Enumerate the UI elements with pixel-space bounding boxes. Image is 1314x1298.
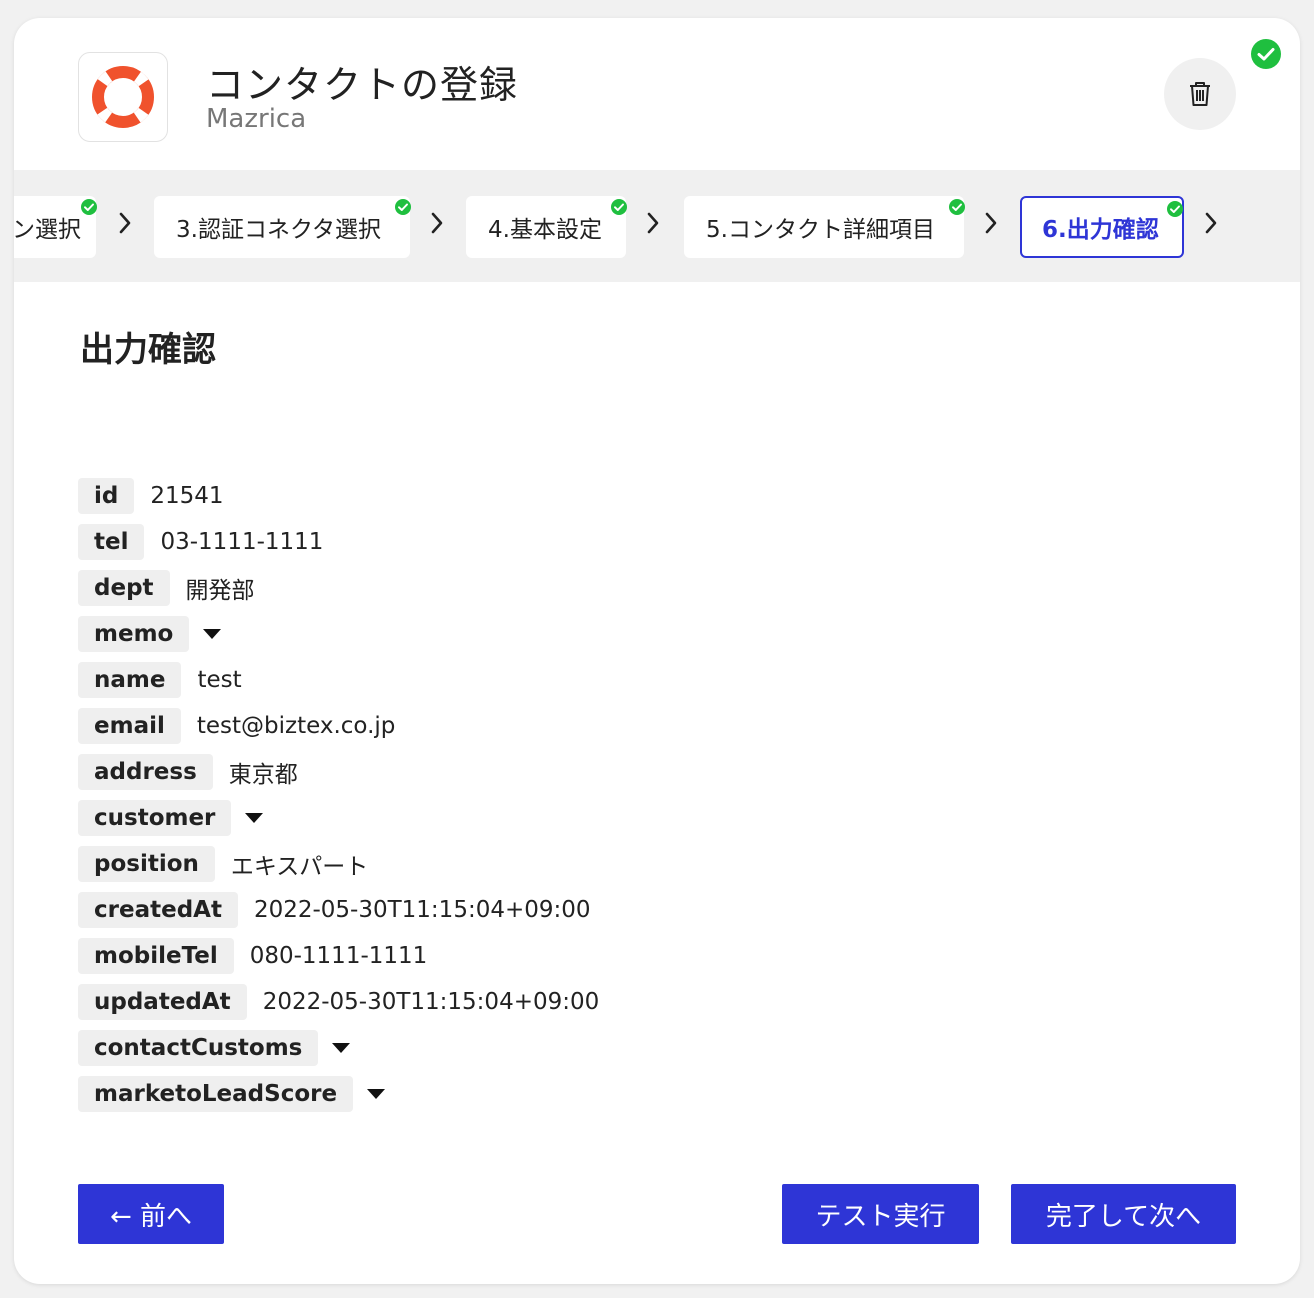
expand-caret-icon[interactable]	[332, 1043, 351, 1053]
field-value: 080-1111-1111	[249, 943, 428, 969]
field-value: 東京都	[228, 762, 298, 788]
step-label: 5.コンタクト詳細項目	[706, 217, 935, 243]
field-key: address	[78, 754, 213, 790]
field-row-email: email test@biztex.co.jp	[78, 708, 395, 744]
field-row-position: position エキスパート	[78, 846, 368, 882]
check-circle-icon	[1251, 39, 1281, 69]
step-done-check-icon	[81, 199, 97, 215]
step-done-check-icon	[395, 199, 411, 215]
field-value: 21541	[150, 483, 224, 509]
chevron-right-icon	[119, 212, 131, 234]
field-row-mobileTel: mobileTel 080-1111-1111	[78, 938, 427, 974]
field-key: customer	[78, 800, 232, 836]
field-row-contactCustoms: contactCustoms	[78, 1030, 351, 1066]
step-done-check-icon	[611, 199, 627, 215]
field-value: test@biztex.co.jp	[196, 713, 396, 739]
step-label: 3.認証コネクタ選択	[176, 217, 382, 243]
field-value: 2022-05-30T11:15:04+09:00	[262, 989, 600, 1015]
field-row-name: name test	[78, 662, 242, 698]
field-value: 開発部	[185, 578, 255, 604]
card-header: コンタクトの登録 Mazrica	[14, 18, 1300, 170]
field-key: updatedAt	[78, 984, 247, 1020]
step-label: 4.基本設定	[488, 217, 602, 243]
app-name: Mazrica	[206, 104, 307, 134]
lifebuoy-logo-icon	[92, 66, 154, 128]
section-title: 出力確認	[80, 330, 216, 370]
field-key: contactCustoms	[78, 1030, 319, 1066]
field-row-tel: tel 03-1111-1111	[78, 524, 323, 560]
field-key: name	[78, 662, 182, 698]
expand-caret-icon[interactable]	[245, 813, 264, 823]
step-basic-settings[interactable]: 4.基本設定	[466, 196, 627, 258]
field-row-updatedAt: updatedAt 2022-05-30T11:15:04+09:00	[78, 984, 599, 1020]
app-logo	[78, 52, 168, 142]
field-key: id	[78, 478, 135, 514]
field-key: email	[78, 708, 181, 744]
step-output-confirm[interactable]: 6.出力確認	[1020, 196, 1184, 258]
step-connector-select[interactable]: ン選択	[14, 196, 97, 258]
field-key: position	[78, 846, 215, 882]
prev-button[interactable]: ← 前へ	[78, 1184, 224, 1244]
field-row-createdAt: createdAt 2022-05-30T11:15:04+09:00	[78, 892, 591, 928]
field-value: 2022-05-30T11:15:04+09:00	[253, 897, 591, 923]
step-label: 6.出力確認	[1042, 217, 1159, 243]
chevron-right-icon	[431, 212, 443, 234]
field-key: mobileTel	[78, 938, 234, 974]
step-label: ン選択	[14, 217, 81, 243]
field-row-customer: customer	[78, 800, 264, 836]
chevron-right-icon	[647, 212, 659, 234]
field-row-address: address 東京都	[78, 754, 298, 790]
field-row-memo: memo	[78, 616, 222, 652]
field-row-dept: dept 開発部	[78, 570, 255, 606]
complete-next-button[interactable]: 完了して次へ	[1011, 1184, 1236, 1244]
delete-button[interactable]	[1164, 58, 1236, 130]
step-done-check-icon	[949, 199, 965, 215]
expand-caret-icon[interactable]	[203, 629, 222, 639]
trash-icon	[1190, 82, 1210, 106]
field-key: marketoLeadScore	[78, 1076, 354, 1112]
step-auth-connector[interactable]: 3.認証コネクタ選択	[154, 196, 411, 258]
field-key: dept	[78, 570, 170, 606]
field-row-id: id 21541	[78, 478, 224, 514]
field-key: tel	[78, 524, 145, 560]
expand-caret-icon[interactable]	[367, 1089, 386, 1099]
step-done-check-icon	[1167, 201, 1183, 217]
field-row-marketoLeadScore: marketoLeadScore	[78, 1076, 386, 1112]
field-value: 03-1111-1111	[160, 529, 324, 555]
step-contact-details[interactable]: 5.コンタクト詳細項目	[684, 196, 965, 258]
field-value: エキスパート	[230, 854, 369, 880]
status-complete-badge	[1250, 38, 1282, 74]
field-key: createdAt	[78, 892, 238, 928]
field-value: test	[197, 667, 242, 693]
chevron-right-icon	[985, 212, 997, 234]
field-key: memo	[78, 616, 190, 652]
integration-card: コンタクトの登録 Mazrica ン選択 3.認証コネクタ選択 4.基本設定 5…	[14, 18, 1300, 1284]
step-navigation: ン選択 3.認証コネクタ選択 4.基本設定 5.コンタクト詳細項目 6.出力確認	[14, 170, 1300, 282]
test-run-button[interactable]: テスト実行	[782, 1184, 979, 1244]
chevron-right-icon	[1205, 212, 1217, 234]
page-title: コンタクトの登録	[206, 63, 519, 107]
